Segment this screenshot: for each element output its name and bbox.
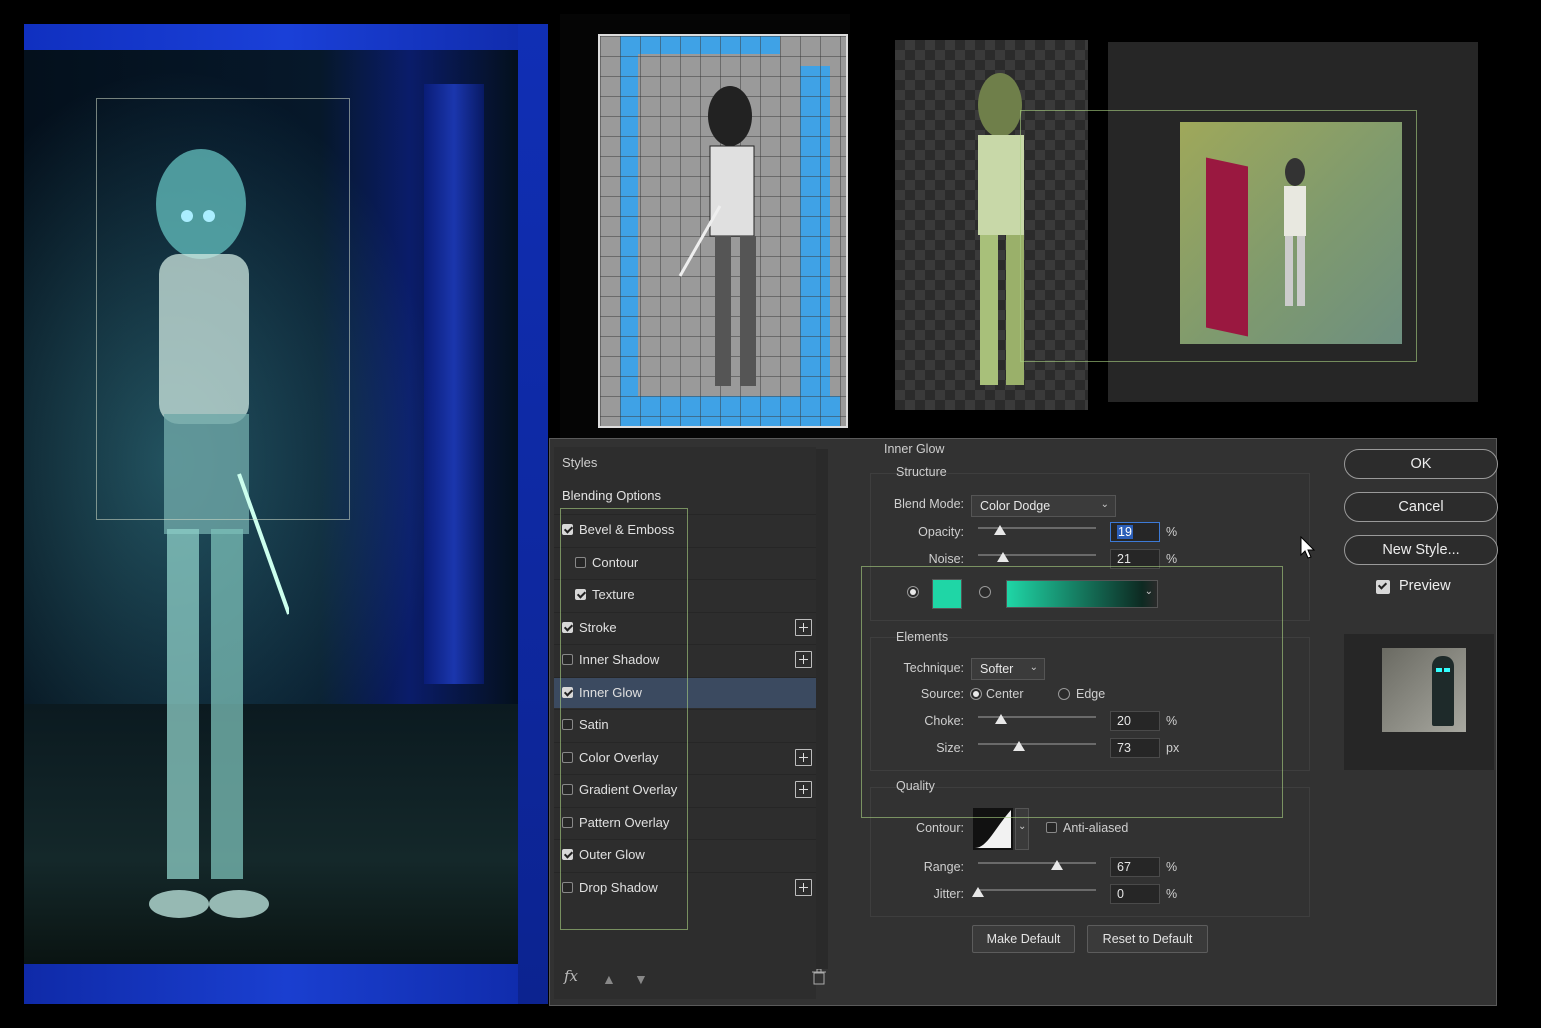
artwork-selection-box (96, 98, 350, 520)
dialog-actions: OK Cancel New Style... Preview (1340, 439, 1498, 999)
add-effect-button[interactable] (795, 651, 812, 668)
opacity-input[interactable]: 19 (1110, 522, 1160, 542)
glow-selection-outline (861, 566, 1283, 818)
move-up-icon[interactable]: ▲ (602, 971, 616, 987)
noise-slider-thumb[interactable] (997, 552, 1009, 562)
range-unit: % (1166, 860, 1178, 874)
jitter-label: Jitter: (933, 887, 964, 901)
anti-aliased-label[interactable]: Anti-aliased (1063, 821, 1128, 835)
blend-mode-value: Color Dodge (980, 499, 1051, 513)
styles-toolbar: fx ▲ ▼ (554, 965, 826, 991)
artwork-frame-top (24, 24, 548, 50)
add-effect-button[interactable] (795, 618, 812, 636)
artwork-selection-outline (1020, 110, 1417, 362)
chevron-down-icon: ⌄ (1018, 821, 1027, 832)
range-slider-thumb[interactable] (1051, 860, 1063, 870)
noise-value: 21 (1117, 552, 1131, 566)
artwork-main (24, 24, 548, 1004)
ok-button[interactable]: OK (1344, 449, 1498, 479)
artwork-sketch-figure (678, 86, 756, 386)
range-label: Range: (923, 860, 964, 874)
panel-header: Inner Glow (884, 442, 945, 456)
noise-slider[interactable] (978, 552, 1096, 562)
contour-label: Contour: (916, 821, 964, 835)
artwork-light-pillar (424, 84, 484, 684)
artwork-frame-right (518, 24, 548, 1004)
opacity-value: 19 (1117, 525, 1133, 539)
jitter-unit: % (1166, 887, 1178, 901)
noise-unit: % (1166, 552, 1178, 566)
panel-divider (816, 449, 828, 969)
style-preview-box (1344, 634, 1494, 770)
range-value: 67 (1117, 860, 1131, 874)
noise-label: Noise: (928, 552, 964, 566)
jitter-input[interactable]: 0 (1110, 884, 1160, 904)
chevron-down-icon: ⌄ (1100, 499, 1109, 510)
trash-icon[interactable] (812, 969, 826, 985)
structure-title: Structure (896, 465, 947, 479)
preview-label[interactable]: Preview (1399, 578, 1451, 594)
artwork-sketch (560, 14, 850, 439)
range-slider[interactable] (978, 860, 1096, 870)
style-preview-thumbnail (1382, 648, 1466, 732)
move-down-icon[interactable]: ▼ (634, 971, 648, 987)
jitter-value: 0 (1117, 887, 1124, 901)
blending-options-item[interactable]: Blending Options (562, 488, 661, 503)
cancel-button[interactable]: Cancel (1344, 492, 1498, 522)
new-style-button[interactable]: New Style... (1344, 535, 1498, 565)
opacity-label: Opacity: (918, 525, 964, 539)
opacity-slider[interactable] (978, 525, 1096, 535)
preview-checkbox[interactable] (1376, 580, 1390, 594)
artwork-frame-bottom (24, 964, 548, 1004)
opacity-slider-thumb[interactable] (994, 525, 1006, 535)
add-effect-button[interactable] (795, 781, 812, 798)
add-effect-button[interactable] (795, 748, 812, 766)
fx-icon[interactable]: fx (564, 967, 578, 985)
blend-mode-select[interactable]: Color Dodge ⌄ (971, 495, 1116, 517)
styles-title: Styles (562, 455, 598, 470)
make-default-button[interactable]: Make Default (972, 925, 1075, 953)
reset-to-default-button[interactable]: Reset to Default (1087, 925, 1208, 953)
add-effect-button[interactable] (795, 878, 812, 896)
mouse-cursor-icon (1300, 536, 1316, 559)
jitter-slider-thumb[interactable] (972, 887, 984, 897)
blend-mode-label: Blend Mode: (893, 497, 964, 511)
range-input[interactable]: 67 (1110, 857, 1160, 877)
jitter-slider[interactable] (972, 887, 1096, 897)
artwork-sketch-canvas (598, 34, 848, 428)
opacity-unit: % (1166, 525, 1178, 539)
anti-aliased-checkbox[interactable] (1046, 822, 1057, 833)
list-selection-outline (560, 508, 688, 930)
